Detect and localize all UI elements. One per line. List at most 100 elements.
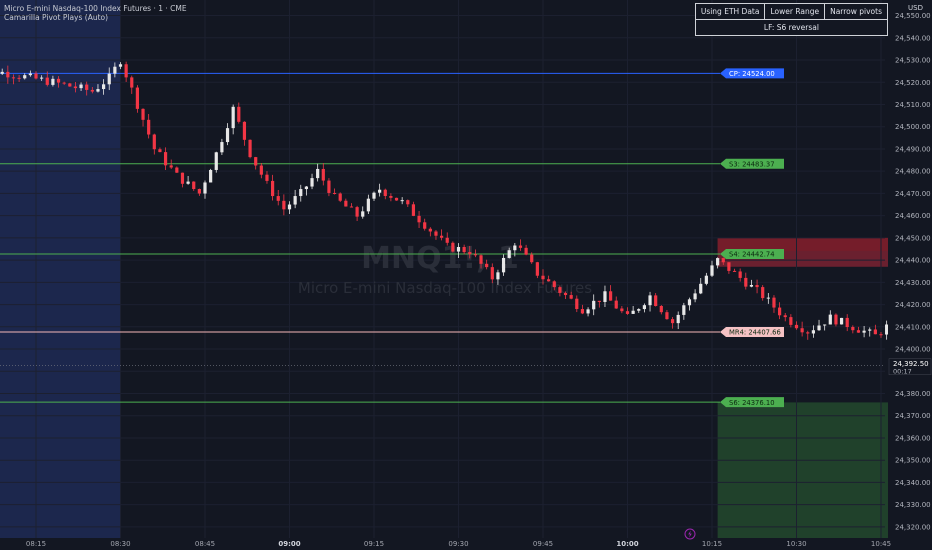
candle-body	[687, 299, 692, 306]
price-chart[interactable]: MNQ1!, 1 Micro E-mini Nasdaq-100 Index F…	[0, 0, 932, 550]
candle-body	[56, 78, 61, 83]
candle	[603, 285, 607, 307]
candle-body	[828, 314, 832, 325]
candle-body	[862, 330, 866, 333]
level-tag-label: CP: 24524.00	[729, 70, 775, 78]
candle-body	[225, 128, 230, 143]
candle	[654, 293, 658, 307]
candle-body	[778, 307, 782, 316]
candle-body	[637, 309, 641, 311]
candle	[338, 192, 342, 203]
candle	[124, 61, 128, 82]
candle-body	[180, 172, 185, 184]
candle-body	[242, 121, 247, 140]
candle	[839, 317, 844, 325]
candle	[209, 168, 213, 183]
price-tick-label: 24,430.00	[895, 279, 931, 287]
candle-body	[394, 197, 399, 201]
candle-body	[28, 73, 32, 76]
level-tag-0[interactable]: CP: 24524.00	[720, 68, 784, 79]
candle	[355, 205, 359, 222]
candle-body	[597, 300, 601, 302]
price-axis[interactable]: 24,320.00 24,330.00 24,340.00 24,350.00 24,3…	[888, 0, 932, 538]
price-tick-label: 24,420.00	[895, 301, 931, 309]
candle-body	[755, 284, 759, 288]
candle-body	[389, 195, 393, 198]
candle	[316, 163, 320, 182]
candle-body	[704, 275, 708, 284]
level-tag-3[interactable]: MR4: 24407.66	[720, 327, 784, 338]
time-tick-label: 09:00	[278, 540, 300, 548]
candle-body	[175, 167, 179, 173]
time-tick-label: 09:30	[448, 540, 468, 548]
candle-body	[682, 305, 686, 315]
candle	[175, 166, 179, 173]
candle-body	[558, 287, 562, 293]
candle	[879, 332, 883, 338]
candle-body	[147, 119, 151, 135]
candle-body	[563, 292, 568, 296]
candle	[197, 188, 201, 196]
candle	[783, 312, 787, 322]
candle	[287, 201, 292, 215]
candle-body	[468, 252, 472, 255]
candle	[361, 206, 365, 219]
candle-body	[276, 196, 280, 201]
candle-body	[186, 181, 190, 184]
candle	[321, 163, 325, 186]
price-tick-label: 24,370.00	[895, 412, 931, 420]
candle-body	[214, 152, 218, 170]
candle	[378, 183, 382, 197]
candle	[823, 324, 827, 331]
candle	[344, 198, 348, 207]
candle	[732, 268, 737, 272]
candle	[609, 285, 613, 301]
candle	[834, 313, 838, 327]
price-tick-label: 24,320.00	[895, 523, 931, 531]
candle-body	[17, 77, 21, 79]
candle	[535, 261, 539, 279]
candle	[637, 308, 641, 313]
candle-body	[473, 254, 477, 256]
candle-body	[102, 84, 106, 90]
candle	[152, 133, 156, 155]
candle	[586, 307, 590, 317]
candle-body	[428, 228, 432, 232]
candle-body	[62, 82, 66, 84]
candle-body	[73, 86, 78, 89]
candle-body	[271, 180, 275, 197]
indicator-title[interactable]: Camarilla Pivot Plays (Auto)	[4, 13, 108, 22]
level-tag-label: S4: 24442.74	[729, 251, 775, 259]
candle	[761, 285, 765, 301]
candle	[310, 173, 314, 190]
candle-body	[130, 77, 134, 88]
candle	[766, 293, 770, 304]
level-tag-2[interactable]: S4: 24442.74	[720, 249, 784, 260]
level-tag-1[interactable]: S3: 24483.37	[720, 158, 784, 169]
candle-body	[158, 149, 162, 153]
price-tick-label: 24,540.00	[895, 34, 931, 42]
candle	[828, 310, 832, 325]
candle-body	[738, 271, 742, 278]
time-axis[interactable]: 08:15 08:30 08:45 09:00 09:15 09:30 09:45 10:00…	[0, 538, 932, 550]
candle	[254, 156, 258, 170]
candle-body	[654, 295, 658, 306]
info-cell-pivot-width: Narrow pivots	[830, 7, 882, 16]
candle	[800, 321, 804, 337]
level-tag-4[interactable]: S6: 24376.10	[720, 397, 784, 408]
candle-body	[541, 275, 545, 280]
candle	[873, 324, 877, 335]
candle	[158, 147, 162, 153]
candle	[434, 229, 438, 240]
candle	[699, 278, 703, 295]
lightning-icon[interactable]	[684, 528, 696, 540]
candle	[648, 291, 652, 312]
candle	[693, 289, 697, 303]
candle-body	[603, 291, 607, 302]
candle-body	[856, 330, 861, 333]
candle	[524, 244, 528, 256]
candle-body	[197, 189, 201, 194]
time-tick-label: 09:15	[364, 540, 384, 548]
currency-label[interactable]: USD	[905, 2, 926, 14]
price-tick-label: 24,480.00	[895, 168, 931, 176]
